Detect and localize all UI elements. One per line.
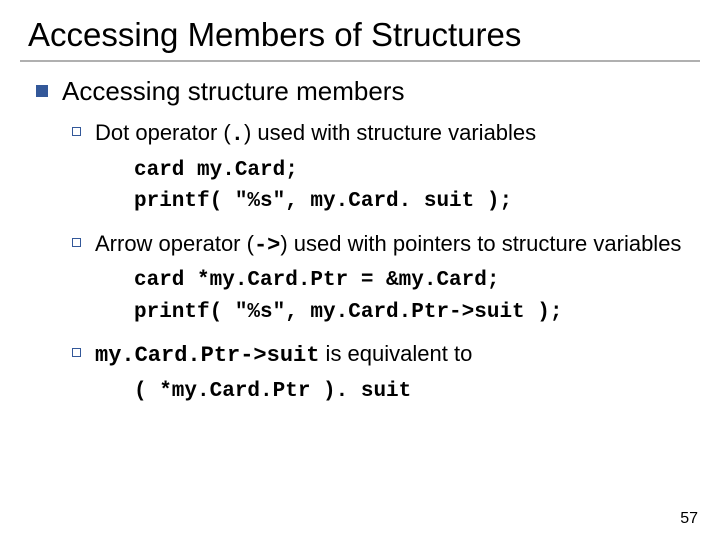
text-prefix: Dot operator ( (95, 120, 231, 145)
square-bullet-icon (36, 85, 48, 97)
code-block: card my.Card; printf( "%s", my.Card. sui… (134, 155, 692, 218)
level2-item: Dot operator (.) used with structure var… (72, 119, 692, 149)
level1-item: Accessing structure members (36, 76, 692, 107)
text-suffix: ) used with structure variables (244, 120, 536, 145)
text-prefix: Arrow operator ( (95, 231, 254, 256)
code-block: card *my.Card.Ptr = &my.Card; printf( "%… (134, 265, 692, 328)
page-number: 57 (680, 510, 698, 528)
hollow-square-bullet-icon (72, 238, 81, 247)
level2-item: my.Card.Ptr->suit is equivalent to (72, 340, 692, 370)
equiv-expression: my.Card.Ptr->suit (95, 343, 319, 368)
level2-item: Arrow operator (->) used with pointers t… (72, 230, 692, 260)
level1-text: Accessing structure members (62, 76, 404, 107)
operator-arrow: -> (254, 233, 280, 258)
level2-text: Arrow operator (->) used with pointers t… (95, 230, 681, 260)
hollow-square-bullet-icon (72, 127, 81, 136)
hollow-square-bullet-icon (72, 348, 81, 357)
code-block: ( *my.Card.Ptr ). suit (134, 376, 692, 408)
level2-text: my.Card.Ptr->suit is equivalent to (95, 340, 472, 370)
level2-group: Dot operator (.) used with structure var… (72, 119, 692, 407)
slide-content: Accessing structure members Dot operator… (28, 76, 692, 407)
text-suffix: ) used with pointers to structure variab… (280, 231, 681, 256)
equiv-tail: is equivalent to (319, 341, 472, 366)
level2-text: Dot operator (.) used with structure var… (95, 119, 536, 149)
slide-title: Accessing Members of Structures (20, 16, 700, 62)
operator-dot: . (231, 122, 244, 147)
